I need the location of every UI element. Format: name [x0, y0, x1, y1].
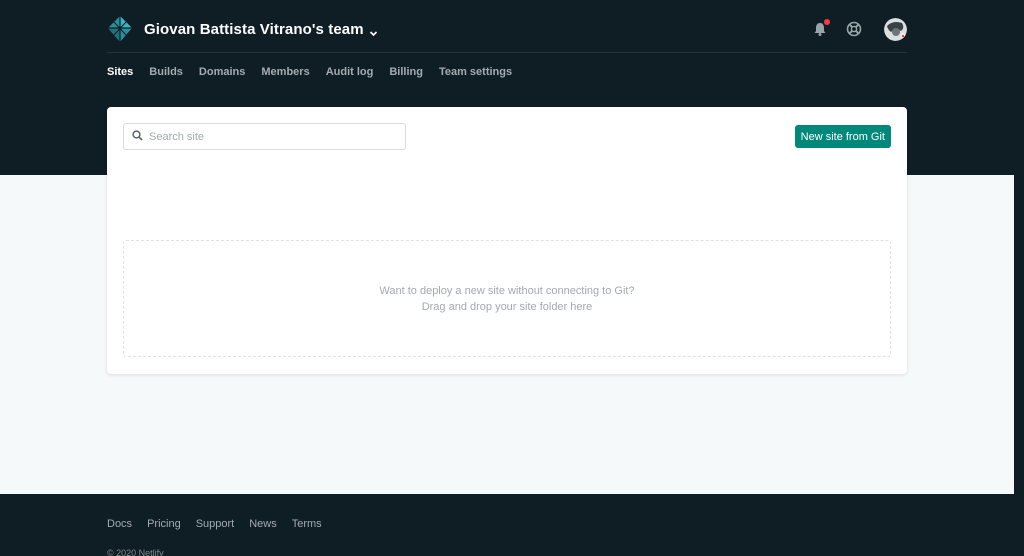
- nav-item-members[interactable]: Members: [261, 66, 309, 78]
- footer-link-terms[interactable]: Terms: [292, 518, 322, 530]
- new-site-from-git-button[interactable]: New site from Git: [794, 125, 891, 148]
- footer-link-docs[interactable]: Docs: [107, 518, 132, 530]
- search-box[interactable]: [123, 123, 406, 150]
- user-avatar[interactable]: [884, 17, 907, 41]
- dropzone-text-line1: Want to deploy a new site without connec…: [379, 284, 635, 297]
- sites-card: New site from Git Want to deploy a new s…: [107, 107, 907, 374]
- footer-link-news[interactable]: News: [249, 518, 277, 530]
- nav-item-team-settings[interactable]: Team settings: [439, 66, 512, 78]
- nav-item-billing[interactable]: Billing: [389, 66, 423, 78]
- nav-item-sites[interactable]: Sites: [107, 66, 133, 78]
- lifebuoy-icon[interactable]: [846, 21, 862, 37]
- search-input[interactable]: [149, 130, 389, 143]
- footer-link-support[interactable]: Support: [196, 518, 235, 530]
- nav-item-domains[interactable]: Domains: [199, 66, 245, 78]
- page-footer: Docs Pricing Support News Terms © 2020 N…: [0, 494, 1014, 556]
- header-icons: [812, 14, 907, 44]
- header-divider: [107, 52, 907, 53]
- team-nav: Sites Builds Domains Members Audit log B…: [107, 66, 512, 78]
- footer-links: Docs Pricing Support News Terms: [107, 518, 322, 530]
- nav-item-builds[interactable]: Builds: [149, 66, 183, 78]
- chevron-down-icon[interactable]: [369, 25, 378, 36]
- copyright-text: © 2020 Netlify: [107, 548, 164, 556]
- netlify-logo-icon[interactable]: [107, 15, 133, 43]
- bell-icon[interactable]: [812, 19, 830, 37]
- footer-link-pricing[interactable]: Pricing: [147, 518, 181, 530]
- search-icon: [132, 128, 143, 146]
- scrollbar[interactable]: [1014, 0, 1024, 556]
- header-row: Giovan Battista Vitrano's team: [107, 14, 907, 44]
- notification-dot: [824, 19, 830, 25]
- nav-item-audit-log[interactable]: Audit log: [326, 66, 374, 78]
- team-switcher[interactable]: Giovan Battista Vitrano's team: [144, 21, 364, 38]
- dropzone-text-line2: Drag and drop your site folder here: [421, 300, 593, 313]
- site-dropzone[interactable]: Want to deploy a new site without connec…: [123, 240, 891, 357]
